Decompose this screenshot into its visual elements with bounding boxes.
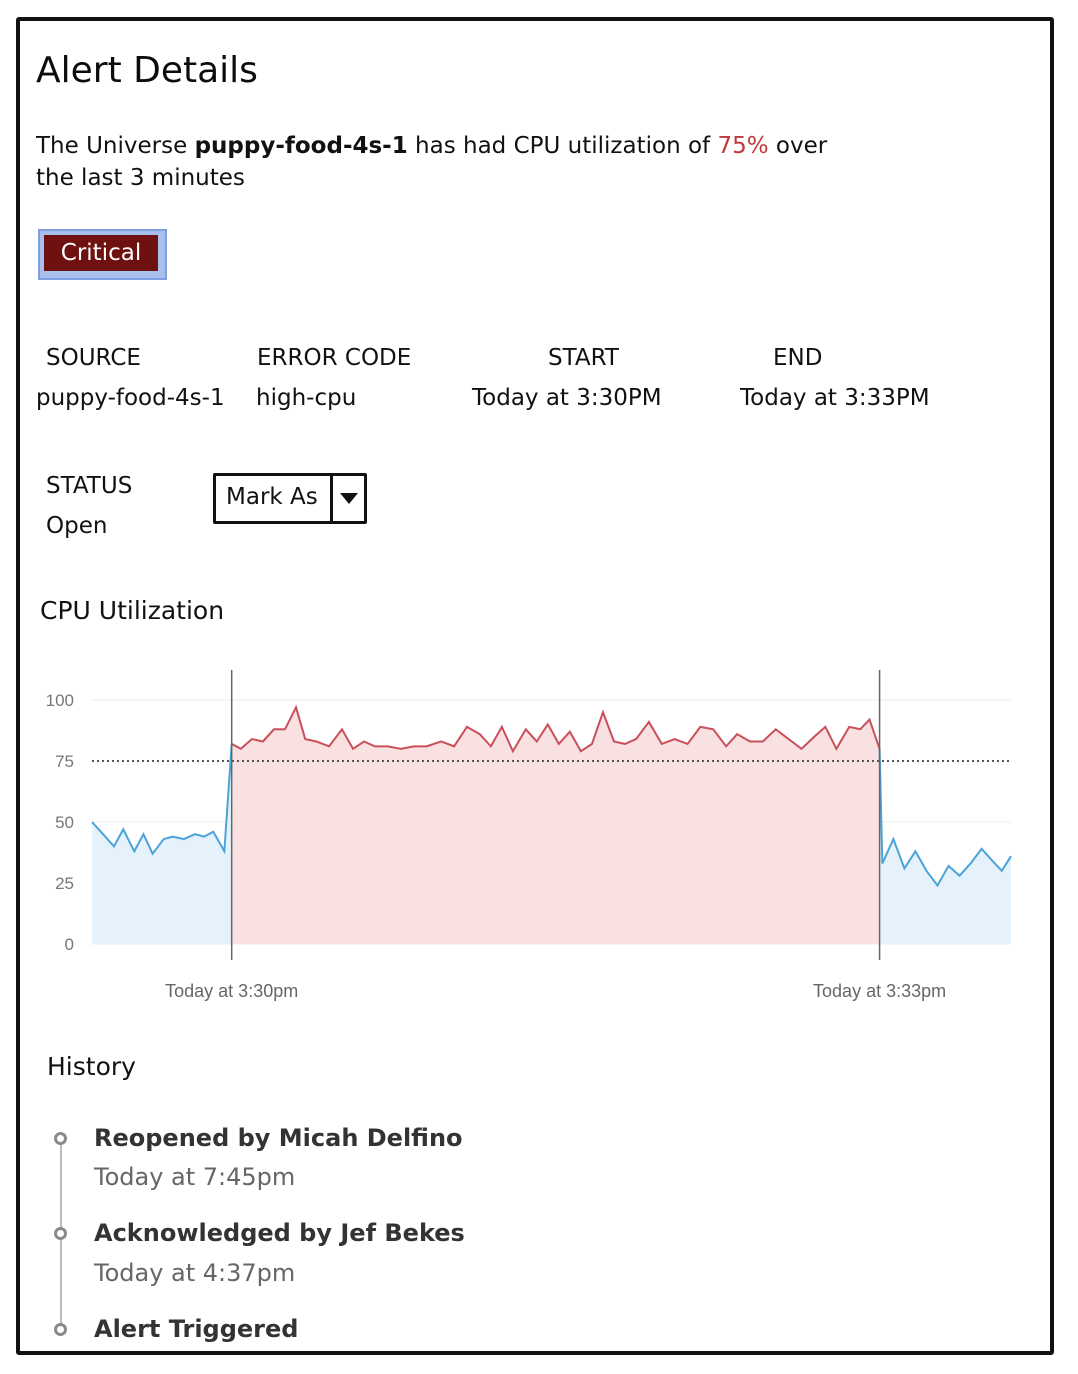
alert-description: The Universe puppy-food-4s-1 has had CPU… xyxy=(36,130,856,194)
severity-badge: Critical xyxy=(44,235,158,271)
mark-as-label: Mark As xyxy=(226,484,318,510)
history-heading: History xyxy=(47,1052,136,1081)
cpu-percent: 75% xyxy=(717,133,769,159)
status-value: Open xyxy=(46,513,108,539)
error-code-label: ERROR CODE xyxy=(257,345,412,371)
history-item-title: Reopened by Micah Delfino xyxy=(94,1124,463,1152)
caret-down-icon[interactable] xyxy=(340,493,358,504)
start-label: START xyxy=(548,345,619,371)
desc-middle: has had CPU utilization of xyxy=(407,133,718,159)
y-tick-label: 50 xyxy=(55,813,74,832)
error-code-value: high-cpu xyxy=(256,385,357,411)
timeline-dot-icon xyxy=(54,1227,67,1240)
timeline-dot-icon xyxy=(54,1323,67,1336)
page-title: Alert Details xyxy=(36,50,258,91)
desc-prefix: The Universe xyxy=(36,133,195,159)
history-item-title: Acknowledged by Jef Bekes xyxy=(94,1219,465,1247)
history-item-time: Today at 4:37pm xyxy=(94,1259,296,1287)
y-tick-label: 25 xyxy=(55,874,74,893)
history-item-title: Alert Triggered xyxy=(94,1315,299,1343)
universe-name: puppy-food-4s-1 xyxy=(194,133,408,159)
status-label: STATUS xyxy=(46,473,133,499)
y-tick-label: 100 xyxy=(46,691,74,710)
x-marker-label: Today at 3:33pm xyxy=(813,981,946,1001)
mark-as-dropdown[interactable]: Mark As xyxy=(213,473,367,524)
x-marker-label: Today at 3:30pm xyxy=(165,981,298,1001)
end-label: END xyxy=(773,345,823,371)
end-value: Today at 3:33PM xyxy=(740,385,930,411)
source-label: SOURCE xyxy=(46,345,141,371)
dropdown-divider xyxy=(330,476,333,521)
y-tick-label: 75 xyxy=(55,752,74,771)
history-item-time: Today at 7:45pm xyxy=(94,1163,296,1191)
cpu-utilization-heading: CPU Utilization xyxy=(40,596,225,625)
start-value: Today at 3:30PM xyxy=(472,385,662,411)
severity-highlight: Critical xyxy=(38,229,167,280)
series-area xyxy=(879,748,1011,944)
y-tick-label: 0 xyxy=(65,935,74,954)
timeline-dot-icon xyxy=(54,1132,67,1145)
cpu-chart: 100 75 50 25 0 Today at 3:30pm Today at 3:33pm xyxy=(46,670,1012,1001)
source-value: puppy-food-4s-1 xyxy=(36,385,225,411)
series-area xyxy=(231,707,880,944)
